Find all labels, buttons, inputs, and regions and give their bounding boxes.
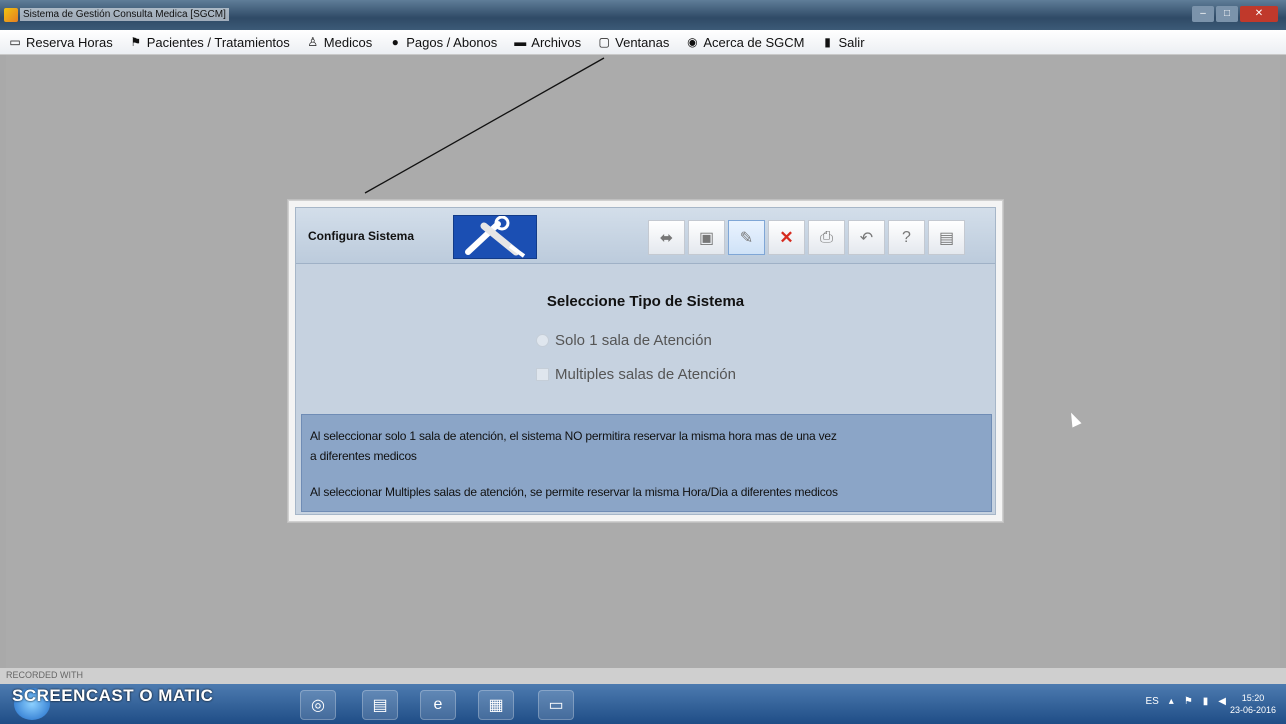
- undo-button[interactable]: ↶: [848, 220, 885, 255]
- tools-logo-icon: [453, 215, 537, 259]
- menu-item-label: Medicos: [323, 34, 373, 50]
- config-toolbar: ⬌ ▣ ✎ ✕ ⎙ ↶? ▤: [648, 220, 965, 255]
- new-button[interactable]: ⬌: [648, 220, 685, 255]
- taskbar-explorer-icon[interactable]: ▤: [362, 690, 398, 720]
- info-line-3: Al seleccionar Multiples salas de atenci…: [310, 485, 838, 499]
- maximize-button[interactable]: □: [1216, 6, 1238, 22]
- menu-item-label: Acerca de SGCM: [703, 34, 805, 50]
- save-icon: ▣: [698, 229, 715, 247]
- menu-item-reserva-horas[interactable]: ▭ Reserva Horas: [0, 30, 121, 54]
- print-button[interactable]: ⎙: [808, 220, 845, 255]
- menu-item-label: Reserva Horas: [26, 34, 113, 50]
- help-button[interactable]: ?: [888, 220, 925, 255]
- taskbar-sgcm-icon[interactable]: ▦: [478, 690, 514, 720]
- clock-date: 23-06-2016: [1229, 705, 1276, 715]
- menu-item-ventanas[interactable]: ▢ Ventanas: [589, 30, 677, 54]
- patients-icon: ⚑: [130, 35, 142, 49]
- taskbar-window-icon[interactable]: ▭: [538, 690, 574, 720]
- language-indicator[interactable]: ES: [1145, 696, 1158, 707]
- flag-icon[interactable]: ⚑: [1184, 696, 1193, 707]
- tray-arrow-icon[interactable]: ▴: [1169, 696, 1174, 707]
- menu-item-label: Archivos: [531, 34, 582, 50]
- folder-icon: ▬: [514, 35, 527, 49]
- delete-button[interactable]: ✕: [768, 220, 805, 255]
- menu-item-acerca-de-sgcm[interactable]: ◉ Acerca de SGCM: [677, 30, 812, 54]
- taskbar-app-icon[interactable]: ◎: [300, 690, 336, 720]
- menu-item-label: Pacientes / Tratamientos: [146, 34, 290, 50]
- menu-item-label: Salir: [838, 34, 865, 50]
- delete-icon: ✕: [779, 227, 794, 247]
- window-title: Sistema de Gestión Consulta Medica [SGCM…: [20, 8, 229, 21]
- calendar-icon: ▭: [9, 35, 21, 49]
- config-window: Configura Sistema ⬌ ▣ ✎ ✕ ⎙ ↶? ▤ Seleccione Ti…: [288, 200, 1003, 522]
- menu-item-pacientes-tratamientos[interactable]: ⚑ Pacientes / Tratamientos: [121, 30, 298, 54]
- select-title: Seleccione Tipo de Sistema: [546, 293, 745, 310]
- option-single-room[interactable]: Solo 1 sala de Atención: [536, 332, 712, 349]
- exit-icon: ▤: [938, 229, 955, 247]
- info-box: Al seleccionar solo 1 sala de atención, …: [301, 414, 992, 512]
- minimize-button[interactable]: –: [1192, 6, 1214, 22]
- save-button[interactable]: ▣: [688, 220, 725, 255]
- watermark-strip: RECORDED WITH: [0, 668, 1286, 684]
- clock[interactable]: 15:20 23-06-2016: [1230, 692, 1276, 716]
- menu-item-salir[interactable]: ▮ Salir: [813, 30, 873, 54]
- payments-icon: ●: [391, 35, 399, 49]
- radio-single[interactable]: [536, 334, 549, 347]
- config-title: Configura Sistema: [308, 229, 415, 243]
- edit-button[interactable]: ✎: [728, 220, 765, 255]
- info-line-1: Al seleccionar solo 1 sala de atención, …: [310, 429, 837, 443]
- network-icon[interactable]: ▮: [1203, 696, 1209, 707]
- volume-icon[interactable]: ◀: [1218, 696, 1226, 707]
- doctor-icon: ♙: [307, 35, 319, 49]
- menu-item-pagos-abonos[interactable]: ● Pagos / Abonos: [380, 30, 505, 54]
- option-multiple-rooms[interactable]: Multiples salas de Atención: [536, 366, 736, 383]
- menu-item-label: Ventanas: [615, 34, 670, 50]
- title-bar: Sistema de Gestión Consulta Medica [SGCM…: [0, 0, 1286, 30]
- config-panel: Configura Sistema ⬌ ▣ ✎ ✕ ⎙ ↶? ▤ Seleccione Ti…: [295, 207, 996, 515]
- edit-icon: ✎: [739, 229, 754, 247]
- menu-item-label: Pagos / Abonos: [406, 34, 498, 50]
- print-icon: ⎙: [820, 228, 833, 246]
- radio-multiple[interactable]: [536, 368, 549, 381]
- option-single-label: Solo 1 sala de Atención: [555, 332, 712, 349]
- taskbar-ie-icon[interactable]: e: [420, 690, 456, 720]
- watermark-text: RECORDED WITH: [6, 670, 83, 680]
- windows-icon: ▢: [598, 35, 610, 49]
- menu-bar: ▭ Reserva Horas ⚑ Pacientes / Tratamientos ♙…: [0, 30, 1286, 55]
- help-icon: ?: [902, 228, 911, 246]
- info-line-2: a diferentes medicos: [310, 449, 417, 463]
- app-icon: [4, 8, 18, 22]
- exit-icon: ▮: [824, 35, 831, 49]
- screencast-brand: SCREENCAST O MATIC: [12, 686, 214, 705]
- close-button[interactable]: ✕: [1240, 6, 1278, 22]
- clock-time: 15:20: [1241, 693, 1265, 703]
- menu-item-archivos[interactable]: ▬ Archivos: [505, 30, 589, 54]
- menu-item-medicos[interactable]: ♙ Medicos: [298, 30, 380, 54]
- exit-button[interactable]: ▤: [928, 220, 965, 255]
- system-tray: ES ▴ ⚑ ▮ ◀: [1145, 696, 1226, 707]
- new-icon: ⬌: [659, 229, 674, 247]
- config-header: Configura Sistema ⬌ ▣ ✎ ✕ ⎙ ↶? ▤: [296, 208, 995, 264]
- undo-icon: ↶: [859, 229, 874, 247]
- info-icon: ◉: [687, 35, 698, 49]
- window-controls: – □ ✕: [1192, 6, 1278, 22]
- option-multiple-label: Multiples salas de Atención: [555, 366, 736, 383]
- taskbar: SCREENCAST O MATIC ◎ ▤ e ▦ ▭ ES ▴ ⚑ ▮ ◀ …: [0, 684, 1286, 724]
